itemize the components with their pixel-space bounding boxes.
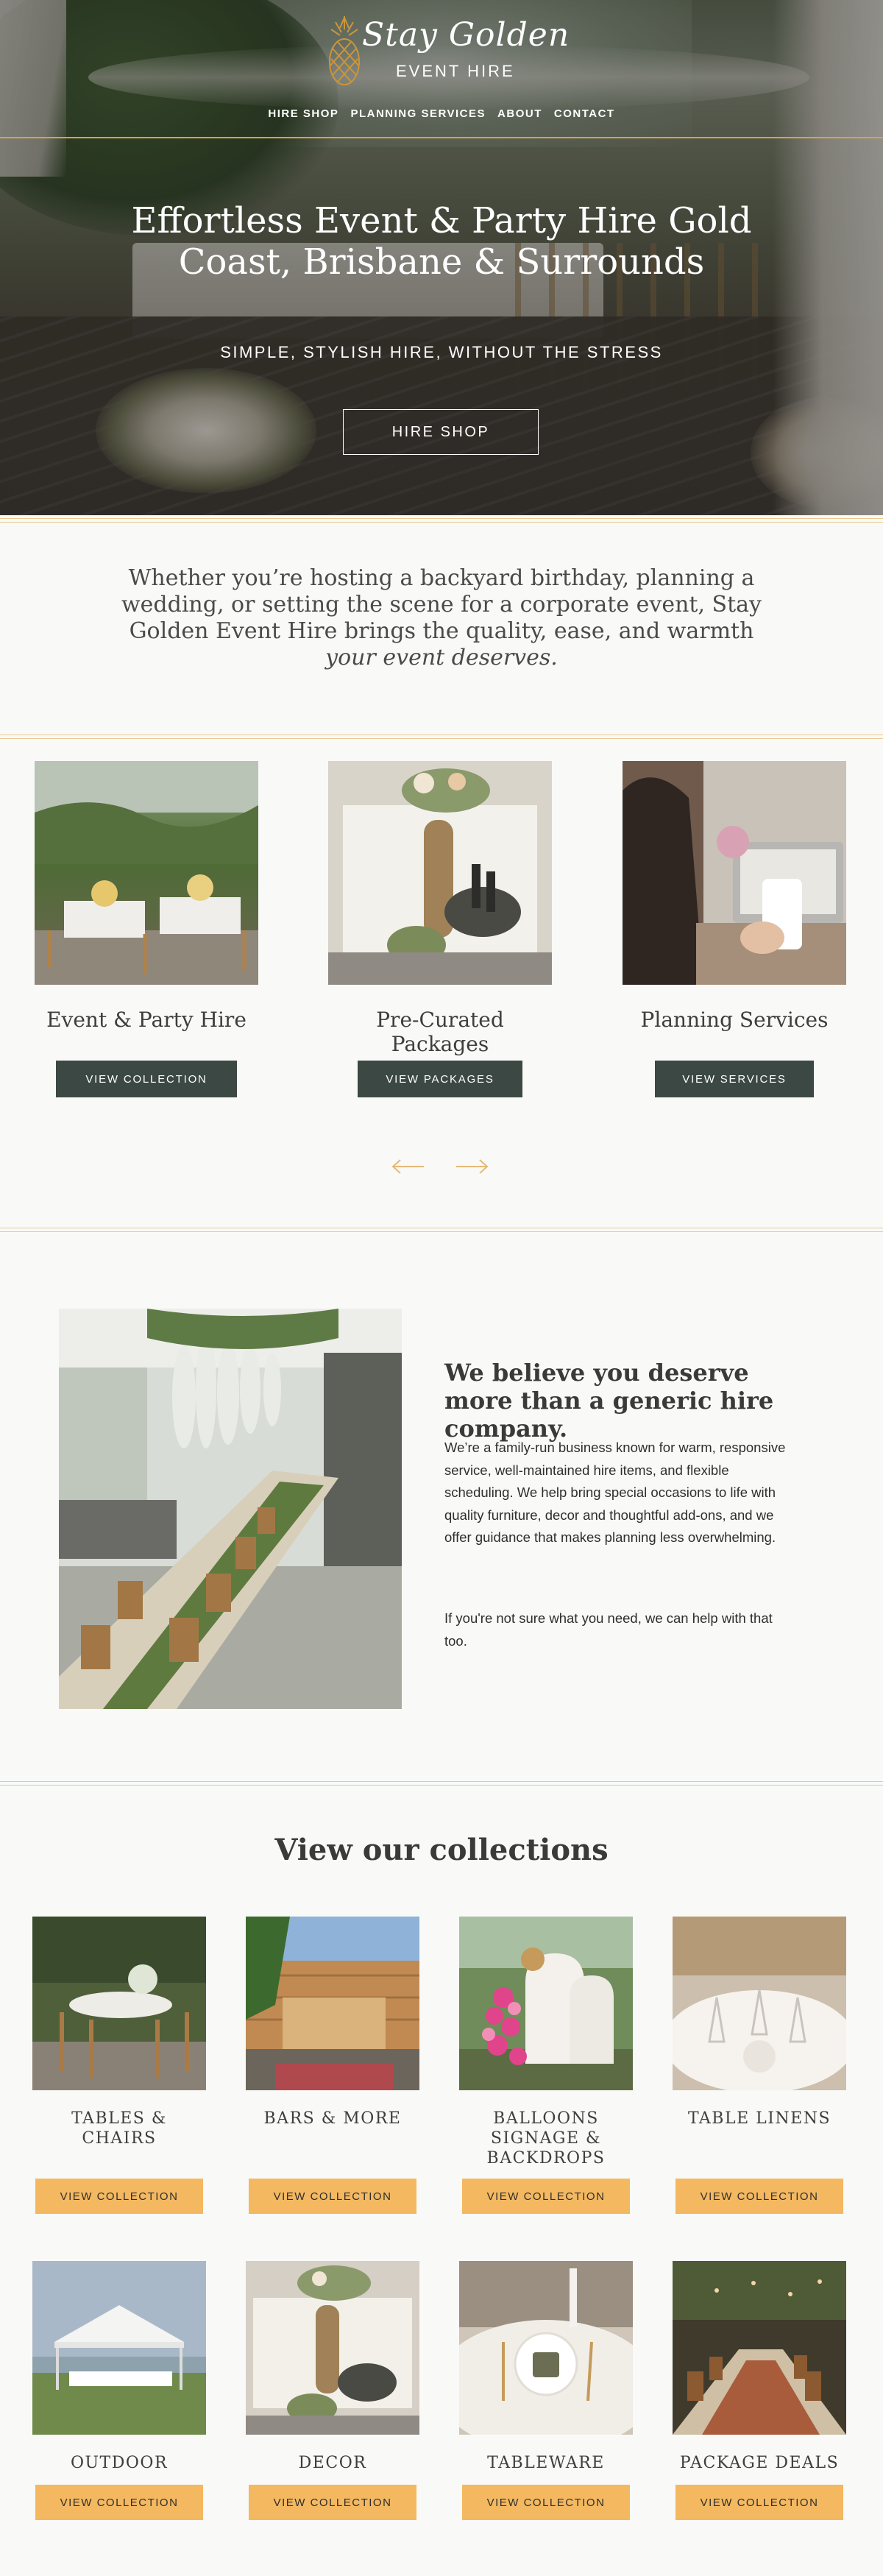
tableware-image [436, 2261, 656, 2452]
intro-text: Whether you’re hosting a backyard birthd… [118, 565, 765, 671]
view-collection-button[interactable]: VIEW COLLECTION [35, 2485, 203, 2520]
nav-hire-shop[interactable]: HIRE SHOP [268, 107, 338, 120]
intro-text-main: Whether you’re hosting a backyard birthd… [121, 565, 762, 644]
arrow-left-icon[interactable] [390, 1158, 425, 1175]
collection-card-table-linens[interactable]: TABLE LINENS VIEW COLLECTION [664, 1917, 855, 2218]
planning-services-image [623, 761, 846, 985]
collection-card-decor[interactable]: DECOR VIEW COLLECTION [246, 2261, 419, 2522]
collection-card-tableware[interactable]: TABLEWARE VIEW COLLECTION [436, 2261, 656, 2522]
nav-divider [0, 137, 883, 138]
collections-heading: View our collections [274, 1833, 609, 1867]
section-divider [0, 1228, 883, 1232]
outdoor-image [32, 2261, 206, 2435]
tables-chairs-image [32, 1917, 206, 2090]
view-collection-button[interactable]: VIEW COLLECTION [675, 2179, 843, 2214]
view-collection-button[interactable]: VIEW COLLECTION [675, 2485, 843, 2520]
collection-card-balloons[interactable]: BALLOONS SIGNAGE & BACKDROPS VIEW COLLEC… [459, 1917, 633, 2218]
bars-more-image [246, 1917, 419, 2090]
service-title: Planning Services [640, 1008, 829, 1032]
about-heading: We believe you deserve more than a gener… [444, 1359, 774, 1443]
intro-text-emphasis: your event deserves. [325, 645, 558, 670]
collection-card-tables-chairs[interactable]: TABLES & CHAIRS VIEW COLLECTION [32, 1917, 206, 2218]
about-paragraph-1: We’re a family-run business known for wa… [444, 1440, 786, 1545]
collection-name: DECOR [298, 2454, 367, 2472]
hero-tagline: SIMPLE, STYLISH HIRE, WITHOUT THE STRESS [220, 343, 663, 361]
view-collection-button[interactable]: VIEW COLLECTION [56, 1061, 237, 1097]
collection-name: PACKAGE DEALS [679, 2454, 840, 2472]
collection-card-outdoor[interactable]: OUTDOOR VIEW COLLECTION [32, 2261, 206, 2522]
view-services-button[interactable]: VIEW SERVICES [655, 1061, 814, 1097]
view-collection-button[interactable]: VIEW COLLECTION [35, 2179, 203, 2214]
service-title: Pre-Curated Packages [376, 1008, 504, 1056]
section-divider [0, 735, 883, 739]
balloons-backdrops-image [459, 1917, 633, 2090]
service-card[interactable]: Event & Party Hire VIEW COLLECTION [35, 761, 258, 1097]
collection-name: TABLES & CHAIRS [71, 2109, 167, 2148]
view-collection-button[interactable]: VIEW COLLECTION [462, 2179, 630, 2214]
about-paragraph-2: If you're not sure what you need, we can… [444, 1610, 773, 1649]
brand-subtitle: EVENT HIRE [396, 62, 515, 80]
section-divider [0, 1781, 883, 1786]
collection-name: BARS & MORE [263, 2109, 402, 2128]
package-deals-image [673, 2261, 846, 2435]
collection-name: TABLEWARE [487, 2454, 605, 2472]
hire-shop-button[interactable]: HIRE SHOP [343, 409, 539, 455]
long-table-setting-image [59, 1309, 402, 1709]
main-nav: HIRE SHOP PLANNING SERVICES ABOUT CONTAC… [0, 107, 883, 120]
collection-card-package-deals[interactable]: PACKAGE DEALS VIEW COLLECTION [673, 2261, 846, 2522]
view-packages-button[interactable]: VIEW PACKAGES [358, 1061, 522, 1097]
view-collection-button[interactable]: VIEW COLLECTION [249, 2485, 416, 2520]
pineapple-logo-icon [329, 16, 360, 85]
table-linens-image [664, 1917, 855, 2093]
decor-image [246, 2261, 419, 2435]
collection-name: TABLE LINENS [687, 2109, 831, 2128]
hero-section: Stay Golden EVENT HIRE HIRE SHOP PLANNIN… [0, 0, 883, 515]
arrow-right-icon[interactable] [455, 1158, 490, 1175]
event-party-hire-image [35, 761, 258, 985]
view-collection-button[interactable]: VIEW COLLECTION [462, 2485, 630, 2520]
nav-contact[interactable]: CONTACT [554, 107, 615, 120]
pre-curated-packages-image [328, 761, 552, 985]
service-title: Event & Party Hire [46, 1008, 247, 1032]
nav-about[interactable]: ABOUT [497, 107, 542, 120]
brand-script: Stay Golden [362, 16, 570, 54]
section-divider [0, 518, 883, 523]
collection-name: BALLOONS SIGNAGE & BACKDROPS [486, 2109, 606, 2168]
collection-card-bars-more[interactable]: BARS & MORE VIEW COLLECTION [246, 1917, 419, 2218]
service-card[interactable]: Pre-Curated Packages VIEW PACKAGES [328, 761, 552, 1097]
hero-title: Effortless Event & Party Hire Gold Coast… [131, 200, 752, 283]
brand-logo[interactable]: Stay Golden EVENT HIRE [324, 15, 569, 88]
service-card[interactable]: Planning Services VIEW SERVICES [623, 761, 846, 1097]
view-collection-button[interactable]: VIEW COLLECTION [249, 2179, 416, 2214]
collection-name: OUTDOOR [70, 2454, 169, 2472]
nav-planning-services[interactable]: PLANNING SERVICES [350, 107, 486, 120]
